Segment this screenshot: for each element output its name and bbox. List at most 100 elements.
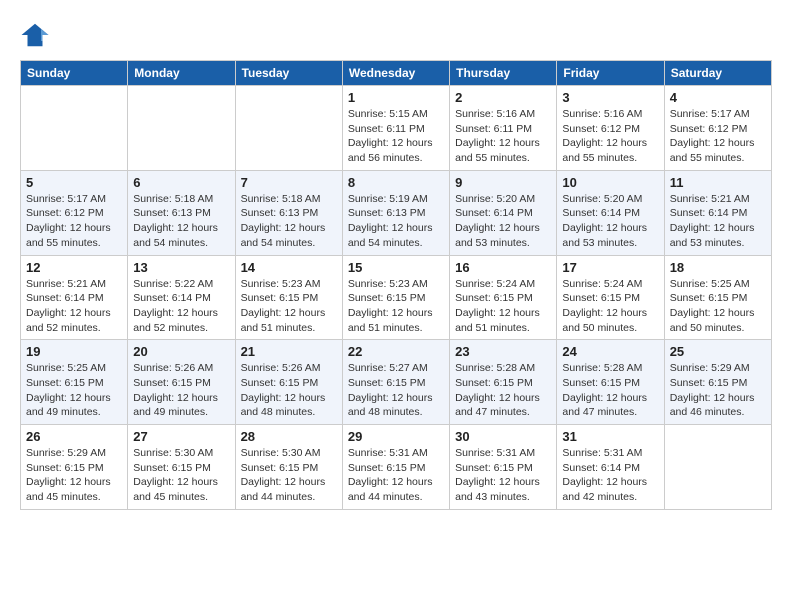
calendar-cell: 26 Sunrise: 5:29 AM Sunset: 6:15 PM Dayli… [21,425,128,510]
day-number: 30 [455,429,551,444]
calendar-cell: 2 Sunrise: 5:16 AM Sunset: 6:11 PM Daylig… [450,86,557,171]
calendar-cell: 25 Sunrise: 5:29 AM Sunset: 6:15 PM Dayli… [664,340,771,425]
day-number: 3 [562,90,658,105]
calendar-cell: 20 Sunrise: 5:26 AM Sunset: 6:15 PM Dayli… [128,340,235,425]
calendar-cell: 10 Sunrise: 5:20 AM Sunset: 6:14 PM Dayli… [557,170,664,255]
day-info: Sunrise: 5:30 AM Sunset: 6:15 PM Dayligh… [133,446,229,505]
calendar-cell: 9 Sunrise: 5:20 AM Sunset: 6:14 PM Daylig… [450,170,557,255]
day-info: Sunrise: 5:18 AM Sunset: 6:13 PM Dayligh… [241,192,337,251]
logo-icon [20,20,50,50]
calendar-cell: 18 Sunrise: 5:25 AM Sunset: 6:15 PM Dayli… [664,255,771,340]
day-info: Sunrise: 5:28 AM Sunset: 6:15 PM Dayligh… [455,361,551,420]
day-number: 13 [133,260,229,275]
day-info: Sunrise: 5:19 AM Sunset: 6:13 PM Dayligh… [348,192,444,251]
weekday-header-thursday: Thursday [450,61,557,86]
day-number: 22 [348,344,444,359]
weekday-header-tuesday: Tuesday [235,61,342,86]
calendar-cell: 31 Sunrise: 5:31 AM Sunset: 6:14 PM Dayli… [557,425,664,510]
calendar-cell: 21Sunrise: 5:26 AM Sunset: 6:15 PM Dayli… [235,340,342,425]
calendar: SundayMondayTuesdayWednesdayThursdayFrid… [20,60,772,510]
day-info: Sunrise: 5:28 AM Sunset: 6:15 PM Dayligh… [562,361,658,420]
day-number: 4 [670,90,766,105]
day-info: Sunrise: 5:23 AM Sunset: 6:15 PM Dayligh… [348,277,444,336]
day-number: 9 [455,175,551,190]
calendar-cell: 24Sunrise: 5:28 AM Sunset: 6:15 PM Dayli… [557,340,664,425]
calendar-week-row: 26 Sunrise: 5:29 AM Sunset: 6:15 PM Dayli… [21,425,772,510]
day-info: Sunrise: 5:16 AM Sunset: 6:12 PM Dayligh… [562,107,658,166]
day-number: 19 [26,344,122,359]
day-number: 8 [348,175,444,190]
day-info: Sunrise: 5:21 AM Sunset: 6:14 PM Dayligh… [670,192,766,251]
calendar-cell: 22 Sunrise: 5:27 AM Sunset: 6:15 PM Dayli… [342,340,449,425]
calendar-cell: 17Sunrise: 5:24 AM Sunset: 6:15 PM Dayli… [557,255,664,340]
day-number: 2 [455,90,551,105]
calendar-cell [664,425,771,510]
day-info: Sunrise: 5:29 AM Sunset: 6:15 PM Dayligh… [670,361,766,420]
day-info: Sunrise: 5:16 AM Sunset: 6:11 PM Dayligh… [455,107,551,166]
day-info: Sunrise: 5:31 AM Sunset: 6:15 PM Dayligh… [455,446,551,505]
day-number: 14 [241,260,337,275]
day-info: Sunrise: 5:17 AM Sunset: 6:12 PM Dayligh… [670,107,766,166]
calendar-cell: 28 Sunrise: 5:30 AM Sunset: 6:15 PM Dayli… [235,425,342,510]
day-info: Sunrise: 5:18 AM Sunset: 6:13 PM Dayligh… [133,192,229,251]
day-info: Sunrise: 5:27 AM Sunset: 6:15 PM Dayligh… [348,361,444,420]
day-info: Sunrise: 5:26 AM Sunset: 6:15 PM Dayligh… [241,361,337,420]
day-info: Sunrise: 5:30 AM Sunset: 6:15 PM Dayligh… [241,446,337,505]
calendar-cell: 4 Sunrise: 5:17 AM Sunset: 6:12 PM Daylig… [664,86,771,171]
calendar-cell: 7 Sunrise: 5:18 AM Sunset: 6:13 PM Daylig… [235,170,342,255]
day-info: Sunrise: 5:29 AM Sunset: 6:15 PM Dayligh… [26,446,122,505]
day-number: 20 [133,344,229,359]
calendar-cell: 29 Sunrise: 5:31 AM Sunset: 6:15 PM Dayli… [342,425,449,510]
calendar-cell: 6 Sunrise: 5:18 AM Sunset: 6:13 PM Daylig… [128,170,235,255]
weekday-header-saturday: Saturday [664,61,771,86]
calendar-cell: 30 Sunrise: 5:31 AM Sunset: 6:15 PM Dayli… [450,425,557,510]
day-info: Sunrise: 5:31 AM Sunset: 6:14 PM Dayligh… [562,446,658,505]
day-number: 26 [26,429,122,444]
day-number: 10 [562,175,658,190]
day-number: 15 [348,260,444,275]
calendar-cell: 5Sunrise: 5:17 AM Sunset: 6:12 PM Daylig… [21,170,128,255]
day-number: 1 [348,90,444,105]
calendar-cell: 3 Sunrise: 5:16 AM Sunset: 6:12 PM Daylig… [557,86,664,171]
weekday-header-sunday: Sunday [21,61,128,86]
calendar-cell: 16 Sunrise: 5:24 AM Sunset: 6:15 PM Dayli… [450,255,557,340]
calendar-cell: 12 Sunrise: 5:21 AM Sunset: 6:14 PM Dayli… [21,255,128,340]
day-number: 17 [562,260,658,275]
day-number: 29 [348,429,444,444]
calendar-week-row: 1Sunrise: 5:15 AM Sunset: 6:11 PM Daylig… [21,86,772,171]
day-info: Sunrise: 5:31 AM Sunset: 6:15 PM Dayligh… [348,446,444,505]
day-number: 18 [670,260,766,275]
calendar-cell: 11Sunrise: 5:21 AM Sunset: 6:14 PM Dayli… [664,170,771,255]
day-info: Sunrise: 5:22 AM Sunset: 6:14 PM Dayligh… [133,277,229,336]
calendar-cell [21,86,128,171]
day-number: 6 [133,175,229,190]
calendar-cell: 15 Sunrise: 5:23 AM Sunset: 6:15 PM Dayli… [342,255,449,340]
day-info: Sunrise: 5:20 AM Sunset: 6:14 PM Dayligh… [562,192,658,251]
weekday-header-row: SundayMondayTuesdayWednesdayThursdayFrid… [21,61,772,86]
weekday-header-wednesday: Wednesday [342,61,449,86]
logo [20,20,54,50]
calendar-cell: 27Sunrise: 5:30 AM Sunset: 6:15 PM Dayli… [128,425,235,510]
day-number: 12 [26,260,122,275]
day-number: 25 [670,344,766,359]
calendar-cell [128,86,235,171]
day-number: 5 [26,175,122,190]
day-info: Sunrise: 5:20 AM Sunset: 6:14 PM Dayligh… [455,192,551,251]
day-info: Sunrise: 5:26 AM Sunset: 6:15 PM Dayligh… [133,361,229,420]
day-number: 28 [241,429,337,444]
weekday-header-friday: Friday [557,61,664,86]
day-number: 7 [241,175,337,190]
calendar-cell: 14Sunrise: 5:23 AM Sunset: 6:15 PM Dayli… [235,255,342,340]
calendar-cell: 8 Sunrise: 5:19 AM Sunset: 6:13 PM Daylig… [342,170,449,255]
calendar-cell: 23Sunrise: 5:28 AM Sunset: 6:15 PM Dayli… [450,340,557,425]
day-number: 16 [455,260,551,275]
day-info: Sunrise: 5:24 AM Sunset: 6:15 PM Dayligh… [455,277,551,336]
weekday-header-monday: Monday [128,61,235,86]
day-info: Sunrise: 5:21 AM Sunset: 6:14 PM Dayligh… [26,277,122,336]
day-number: 31 [562,429,658,444]
calendar-cell [235,86,342,171]
calendar-week-row: 12 Sunrise: 5:21 AM Sunset: 6:14 PM Dayli… [21,255,772,340]
calendar-week-row: 19Sunrise: 5:25 AM Sunset: 6:15 PM Dayli… [21,340,772,425]
day-info: Sunrise: 5:25 AM Sunset: 6:15 PM Dayligh… [670,277,766,336]
calendar-cell: 13 Sunrise: 5:22 AM Sunset: 6:14 PM Dayli… [128,255,235,340]
